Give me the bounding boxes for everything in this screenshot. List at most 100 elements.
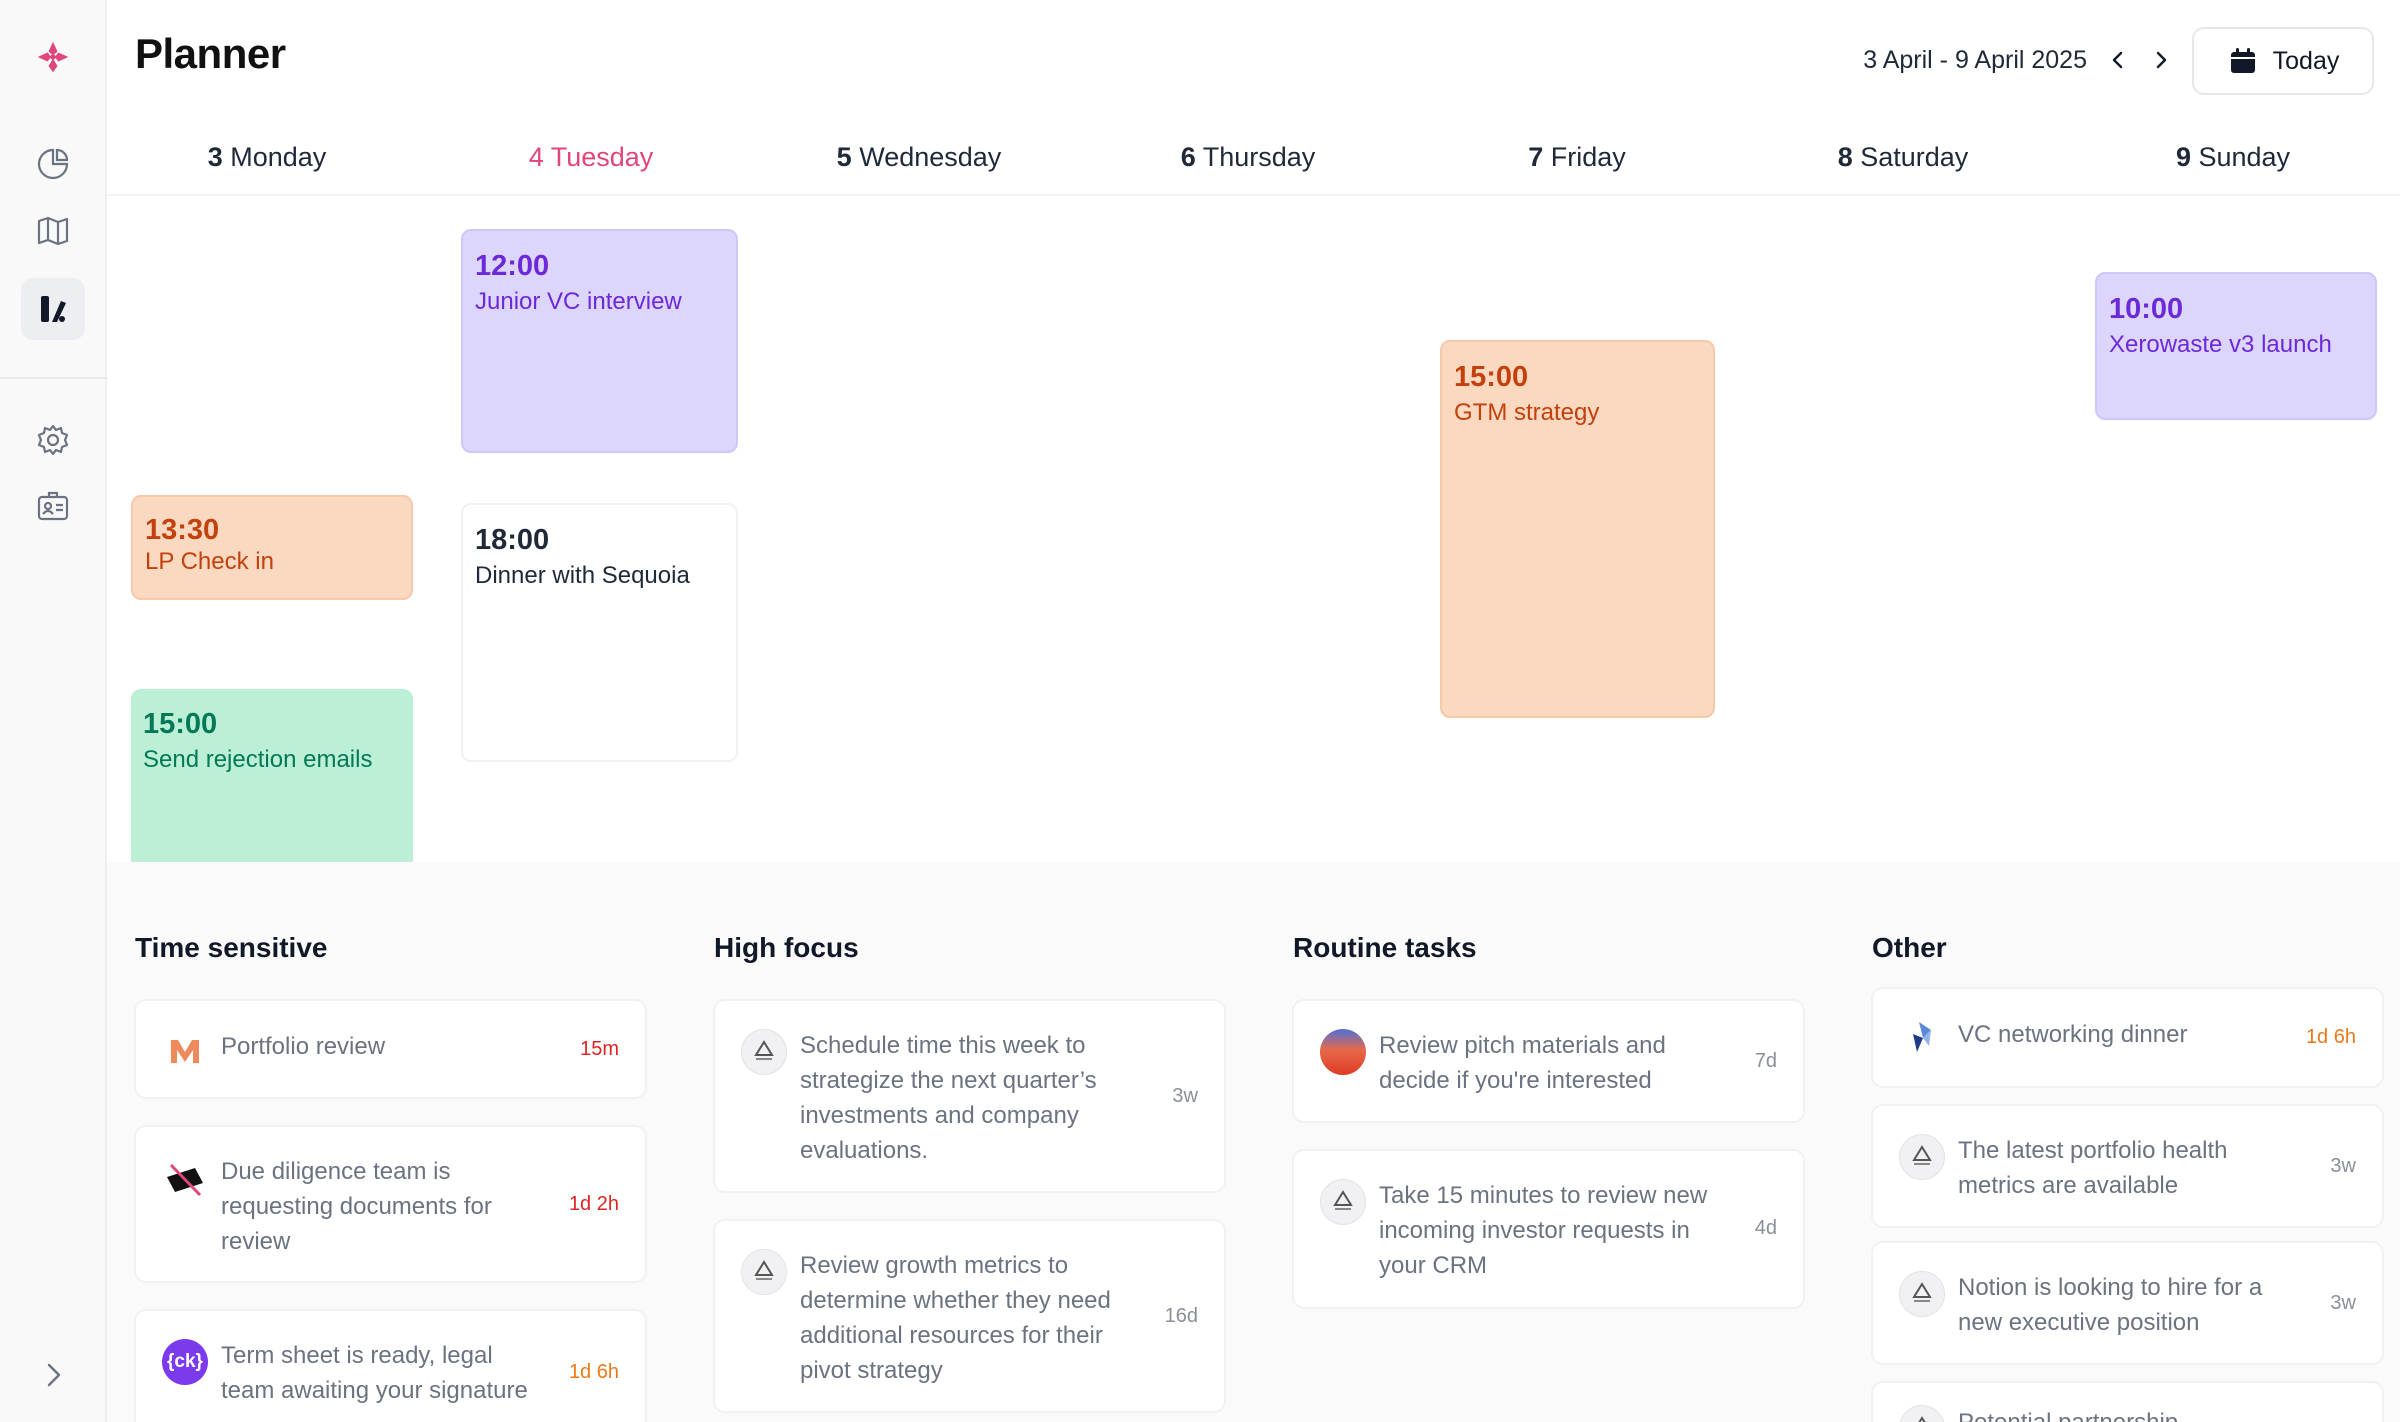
- task-age: 3w: [2330, 1292, 2356, 1314]
- task-card[interactable]: Review pitch materials and decide if you…: [1292, 999, 1805, 1123]
- event-time: 13:30: [145, 514, 220, 546]
- task-card[interactable]: Schedule time this week to strategize th…: [713, 999, 1226, 1193]
- event-title: Dinner with Sequoia: [475, 562, 690, 589]
- calendar-icon: [2230, 48, 2255, 73]
- day-number: 8: [1837, 142, 1853, 172]
- sunset-logo-icon: [1320, 1029, 1366, 1075]
- task-text: VC networking dinner: [1958, 1021, 2188, 1048]
- page-title: Planner: [135, 30, 286, 77]
- task-age: 16d: [1164, 1305, 1198, 1327]
- today-button-label: Today: [2272, 46, 2340, 75]
- day-number: 6: [1180, 142, 1196, 172]
- m-letter-icon: [171, 1040, 199, 1063]
- task-text: Due diligence team is requesting documen…: [221, 1158, 492, 1255]
- event-title: GTM strategy: [1454, 399, 1600, 426]
- event-card[interactable]: 15:00 Send rejection emails: [131, 689, 413, 862]
- day-header-thursday: 6 Thursday: [1088, 142, 1408, 173]
- day-header-friday: 7 Friday: [1417, 142, 1737, 173]
- task-age: 4d: [1754, 1217, 1777, 1239]
- event-title: Send rejection emails: [143, 746, 373, 773]
- acme-corp-logo-icon: [1320, 1179, 1366, 1225]
- acme-corp-logo-icon: [1899, 1134, 1945, 1180]
- map-icon: [37, 216, 69, 246]
- acme-corp-logo-icon: [1899, 1405, 1945, 1422]
- day-name: Wednesday: [859, 142, 1002, 172]
- today-button[interactable]: Today: [2192, 27, 2374, 95]
- day-number: 3: [207, 142, 223, 172]
- chevron-left-icon: [2112, 51, 2123, 69]
- acme-triangle-icon: [1333, 1190, 1353, 1210]
- event-time: 10:00: [2109, 293, 2184, 325]
- day-name: Saturday: [1860, 142, 1969, 172]
- event-card[interactable]: 15:00 GTM strategy: [1440, 340, 1715, 718]
- brand-logo-icon[interactable]: [21, 26, 85, 88]
- map-nav-button[interactable]: [21, 200, 85, 262]
- column-title-other: Other: [1872, 932, 1947, 963]
- event-time: 12:00: [475, 250, 550, 282]
- task-text: Take 15 minutes to review new incoming i…: [1379, 1182, 1708, 1279]
- day-number: 7: [1528, 142, 1544, 172]
- day-name: Thursday: [1202, 142, 1316, 172]
- day-header-wednesday: 5 Wednesday: [759, 142, 1079, 173]
- slash-logo-icon: [162, 1157, 208, 1203]
- day-number: 4: [528, 142, 544, 172]
- brand-flower-icon: [37, 41, 69, 73]
- day-name: Monday: [230, 142, 327, 172]
- event-card[interactable]: 10:00 Xerowaste v3 launch: [2095, 272, 2377, 420]
- chevron-right-icon: [47, 1363, 61, 1387]
- column-title-time-sensitive: Time sensitive: [135, 932, 328, 963]
- event-time: 15:00: [1454, 361, 1529, 393]
- day-name: Tuesday: [550, 142, 654, 172]
- task-card[interactable]: Notion is looking to hire for a new exec…: [1871, 1241, 2384, 1365]
- task-age: 7d: [1754, 1050, 1777, 1072]
- acme-triangle-icon: [1912, 1282, 1932, 1302]
- day-header-saturday: 8 Saturday: [1743, 142, 2063, 173]
- task-card[interactable]: Potential partnership: [1871, 1381, 2384, 1422]
- contacts-nav-button[interactable]: [21, 475, 85, 537]
- acme-corp-logo-icon: [741, 1249, 787, 1295]
- planner-nav-button[interactable]: [21, 278, 85, 340]
- slash-mark-icon: [167, 1163, 203, 1197]
- chevron-right-icon: [2156, 51, 2167, 69]
- analytics-nav-button[interactable]: [21, 133, 85, 195]
- acme-triangle-icon: [754, 1260, 774, 1280]
- acme-triangle-icon: [754, 1040, 774, 1060]
- day-name: Friday: [1550, 142, 1626, 172]
- settings-gear-icon: [37, 424, 69, 456]
- task-card[interactable]: {ck} Term sheet is ready, legal team awa…: [134, 1309, 647, 1422]
- task-card[interactable]: VC networking dinner 1d 6h: [1871, 987, 2384, 1088]
- settings-nav-button[interactable]: [21, 409, 85, 471]
- task-age: 3w: [1172, 1085, 1198, 1107]
- task-text: The latest portfolio health metrics are …: [1958, 1137, 2228, 1199]
- task-age: 1d 2h: [568, 1193, 619, 1215]
- task-age: 1d 6h: [2305, 1026, 2356, 1048]
- sidebar-divider: [0, 377, 107, 379]
- acme-triangle-icon: [1918, 1416, 1926, 1422]
- task-text: Review growth metrics to determine wheth…: [800, 1252, 1111, 1384]
- analytics-pie-icon: [37, 148, 69, 180]
- task-card[interactable]: The latest portfolio health metrics are …: [1871, 1104, 2384, 1228]
- task-age: 1d 6h: [568, 1361, 619, 1383]
- acme-triangle-icon: [1912, 1145, 1932, 1165]
- event-card[interactable]: 18:00 Dinner with Sequoia: [461, 503, 738, 762]
- day-header-sunday: 9 Sunday: [2073, 142, 2393, 173]
- event-time: 15:00: [143, 708, 218, 740]
- task-card[interactable]: Take 15 minutes to review new incoming i…: [1292, 1149, 1805, 1309]
- task-card[interactable]: Portfolio review 15m: [134, 999, 647, 1099]
- column-title-high-focus: High focus: [714, 932, 859, 963]
- event-title: LP Check in: [145, 548, 274, 575]
- next-week-button[interactable]: [2141, 40, 2181, 80]
- prism-mark-icon: [1913, 1022, 1931, 1052]
- event-card[interactable]: 13:30 LP Check in: [131, 495, 413, 600]
- ck-logo-icon: {ck}: [162, 1339, 208, 1385]
- day-header-tuesday: 4 Tuesday: [431, 142, 751, 173]
- event-card[interactable]: 12:00 Junior VC interview: [461, 229, 738, 453]
- expand-sidebar-button[interactable]: [21, 1344, 85, 1406]
- previous-week-button[interactable]: [2098, 40, 2138, 80]
- day-number: 9: [2175, 142, 2191, 172]
- task-card[interactable]: Due diligence team is requesting documen…: [134, 1125, 647, 1283]
- task-age: 3w: [2330, 1155, 2356, 1177]
- event-title: Junior VC interview: [475, 288, 682, 315]
- day-header-monday: 3 Monday: [107, 142, 427, 173]
- task-card[interactable]: Review growth metrics to determine wheth…: [713, 1219, 1226, 1413]
